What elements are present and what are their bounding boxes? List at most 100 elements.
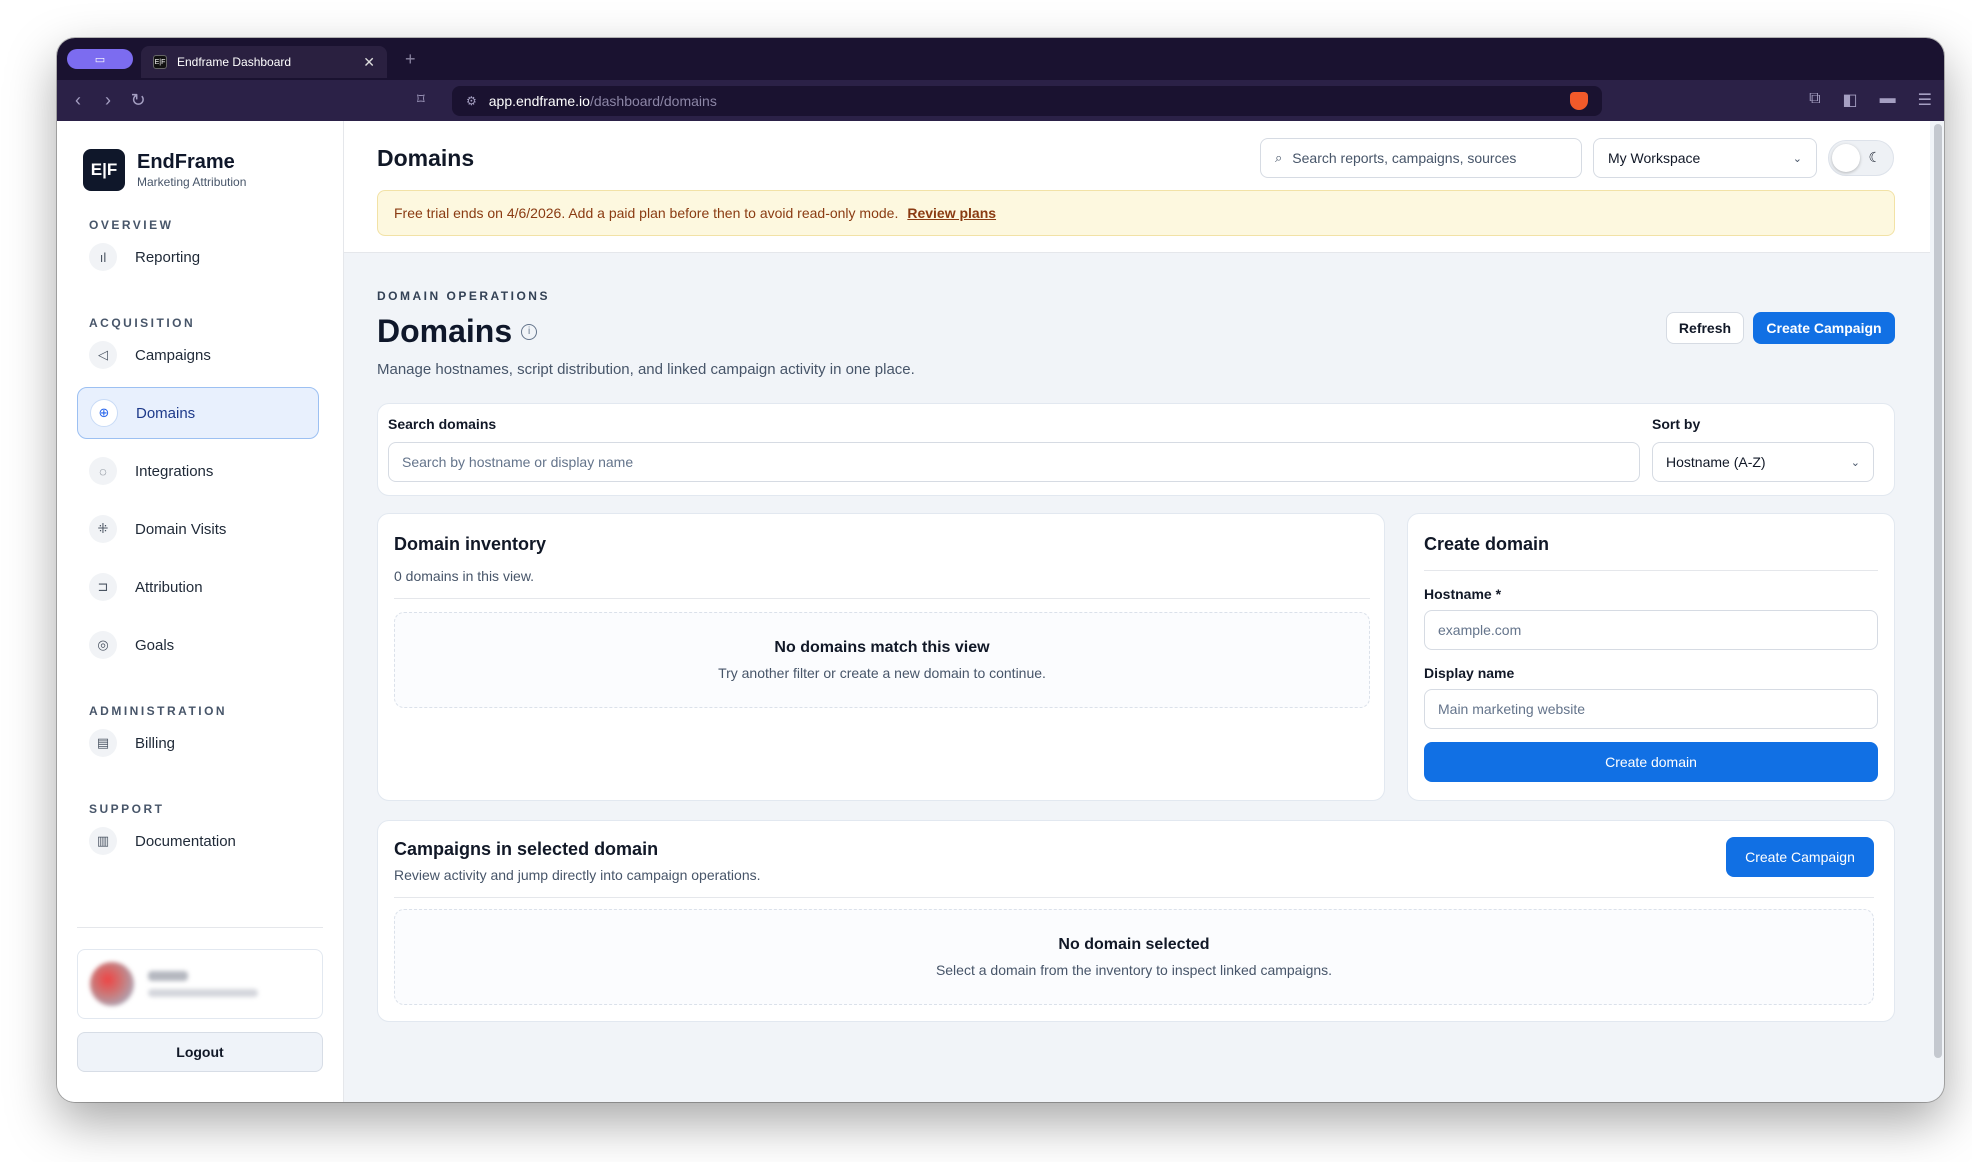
sidebar-item-attribution[interactable]: ⊐ Attribution: [77, 561, 319, 613]
tab-title: Endframe Dashboard: [177, 55, 292, 69]
activity-icon: ⁜: [89, 515, 117, 543]
global-search-input[interactable]: ⌕ Search reports, campaigns, sources: [1260, 138, 1582, 178]
toggle-knob: [1832, 144, 1860, 172]
domain-search-input[interactable]: Search by hostname or display name: [388, 442, 1640, 482]
sidebar-item-domain-visits[interactable]: ⁜ Domain Visits: [77, 503, 319, 555]
user-name-redacted: [148, 971, 188, 981]
logout-button[interactable]: Logout: [77, 1032, 323, 1072]
brand-subtitle: Marketing Attribution: [137, 175, 247, 189]
divider: [1424, 570, 1878, 571]
sidebar: E|F EndFrame Marketing Attribution OVERV…: [57, 121, 344, 1102]
workspace-value: My Workspace: [1608, 150, 1701, 166]
sidebar-item-integrations[interactable]: ◌ Integrations: [77, 445, 319, 497]
menu-icon[interactable]: ☰: [1918, 90, 1932, 110]
info-icon[interactable]: i: [521, 323, 538, 340]
sidebar-panel-icon[interactable]: ◧: [1843, 90, 1858, 110]
user-email-redacted: [148, 989, 258, 997]
hostname-placeholder: example.com: [1438, 622, 1522, 638]
section-label-support: SUPPORT: [89, 802, 165, 816]
avatar: [90, 962, 134, 1006]
sidebar-item-documentation[interactable]: ▥ Documentation: [77, 815, 319, 867]
section-label-acquisition: ACQUISITION: [89, 316, 196, 330]
brand-name: EndFrame: [137, 151, 235, 173]
hostname-input[interactable]: example.com: [1424, 610, 1878, 650]
document-icon: ▥: [89, 827, 117, 855]
browser-sidebar-toggle[interactable]: ▭: [67, 49, 133, 69]
create-campaign-button[interactable]: Create Campaign: [1753, 312, 1895, 344]
create-domain-button[interactable]: Create domain: [1424, 742, 1878, 782]
sidebar-icon: ▭: [94, 53, 106, 66]
hostname-label: Hostname *: [1424, 586, 1502, 602]
filter-card: Search domains Search by hostname or dis…: [377, 403, 1895, 496]
sidebar-item-billing[interactable]: ▤ Billing: [77, 717, 319, 769]
scrollbar[interactable]: [1934, 124, 1942, 1058]
bar-chart-icon: ıl: [89, 243, 117, 271]
inventory-title: Domain inventory: [394, 534, 547, 554]
sort-select[interactable]: Hostname (A-Z) ⌄: [1652, 442, 1874, 482]
close-icon[interactable]: ✕: [363, 54, 375, 71]
divider: [394, 897, 1874, 898]
sidebar-item-goals[interactable]: ◎ Goals: [77, 619, 319, 671]
main-content: Domains ⌕ Search reports, campaigns, sou…: [344, 121, 1930, 1102]
url-host: app.endframe.io: [488, 93, 590, 109]
page-title-text: Domains: [377, 313, 513, 349]
review-plans-link[interactable]: Review plans: [907, 205, 996, 221]
sidebar-item-label: Campaigns: [135, 346, 211, 364]
display-name-input[interactable]: Main marketing website: [1424, 689, 1878, 729]
brave-shield-icon[interactable]: [1570, 92, 1588, 110]
inventory-empty-state: No domains match this view Try another f…: [394, 612, 1370, 708]
bookmark-icon[interactable]: ⌑: [417, 90, 425, 108]
page-subtitle: Manage hostnames, script distribution, a…: [377, 361, 915, 378]
section-label-overview: OVERVIEW: [89, 218, 174, 232]
sort-label: Sort by: [1652, 416, 1701, 432]
user-card[interactable]: [77, 949, 323, 1019]
browser-tab-bar: ▭ E|F Endframe Dashboard ✕ +: [57, 38, 1944, 80]
app-root: E|F EndFrame Marketing Attribution OVERV…: [57, 121, 1930, 1102]
workspace-select[interactable]: My Workspace ⌄: [1593, 138, 1817, 178]
campaigns-empty-state: No domain selected Select a domain from …: [394, 909, 1874, 1005]
banner-text: Free trial ends on 4/6/2026. Add a paid …: [394, 205, 899, 221]
brand[interactable]: E|F EndFrame Marketing Attribution: [83, 149, 246, 191]
sidebar-item-domains[interactable]: ⊕ Domains: [77, 387, 319, 439]
plug-icon: ◌: [89, 457, 117, 485]
site-settings-icon[interactable]: ⚙: [466, 94, 477, 108]
search-domains-label: Search domains: [388, 416, 497, 432]
global-search-placeholder: Search reports, campaigns, sources: [1292, 150, 1517, 166]
sidebar-item-label: Goals: [135, 636, 175, 654]
page-title: Domains i: [377, 313, 538, 350]
forward-icon[interactable]: ›: [93, 90, 123, 111]
extensions-icon[interactable]: ▬: [1880, 90, 1896, 110]
theme-toggle[interactable]: ☾: [1828, 140, 1894, 176]
browser-nav-bar: ‹ › ↻ ⌑ ⚙ app.endframe.io/dashboard/doma…: [57, 80, 1944, 121]
sidebar-item-reporting[interactable]: ıl Reporting: [77, 231, 319, 283]
campaigns-panel-subtitle: Review activity and jump directly into c…: [394, 867, 761, 883]
address-bar[interactable]: ⚙ app.endframe.io/dashboard/domains: [452, 86, 1602, 116]
browser-toolbar-icons: ⧉ ◧ ▬ ☰: [1809, 90, 1932, 110]
sidebar-item-campaigns[interactable]: ◁ Campaigns: [77, 329, 319, 381]
sidebar-item-label: Documentation: [135, 832, 236, 850]
topbar: Domains ⌕ Search reports, campaigns, sou…: [344, 121, 1930, 253]
display-name-placeholder: Main marketing website: [1438, 701, 1586, 717]
back-icon[interactable]: ‹: [63, 90, 93, 111]
sidebar-divider: [77, 927, 323, 928]
new-tab-icon[interactable]: +: [405, 49, 416, 70]
domain-inventory-card: Domain inventory 0 domains in this view.…: [377, 513, 1385, 801]
sidebar-item-label: Domain Visits: [135, 520, 227, 538]
campaigns-panel-card: Campaigns in selected domain Review acti…: [377, 820, 1895, 1022]
url-path: /dashboard/domains: [589, 93, 717, 109]
brand-logo: E|F: [83, 149, 125, 191]
chevron-down-icon: ⌄: [1792, 152, 1802, 165]
inventory-count: 0 domains in this view.: [394, 568, 535, 584]
megaphone-icon: ◁: [89, 341, 117, 369]
display-name-label: Display name: [1424, 665, 1515, 681]
browser-tab[interactable]: E|F Endframe Dashboard ✕: [141, 46, 387, 78]
empty-title: No domain selected: [1058, 936, 1210, 953]
sidebar-item-label: Attribution: [135, 578, 203, 596]
reload-icon[interactable]: ↻: [123, 90, 153, 111]
receipt-icon: ▤: [89, 729, 117, 757]
target-icon: ◎: [89, 631, 117, 659]
refresh-button[interactable]: Refresh: [1666, 312, 1744, 344]
sidebar-item-label: Reporting: [135, 248, 201, 266]
create-campaign-panel-button[interactable]: Create Campaign: [1726, 837, 1874, 877]
screenshot-icon[interactable]: ⧉: [1809, 90, 1820, 110]
